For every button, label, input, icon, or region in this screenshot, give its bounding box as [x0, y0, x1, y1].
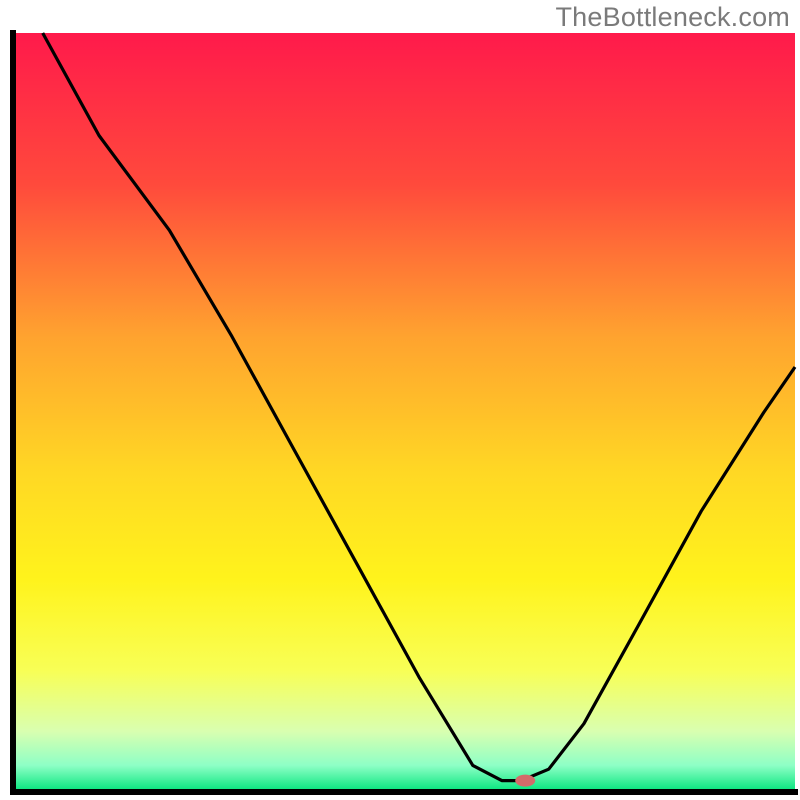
bottleneck-chart: [0, 0, 800, 800]
chart-background: [13, 33, 795, 792]
chart-stage: TheBottleneck.com: [0, 0, 800, 800]
optimal-marker: [515, 775, 535, 787]
